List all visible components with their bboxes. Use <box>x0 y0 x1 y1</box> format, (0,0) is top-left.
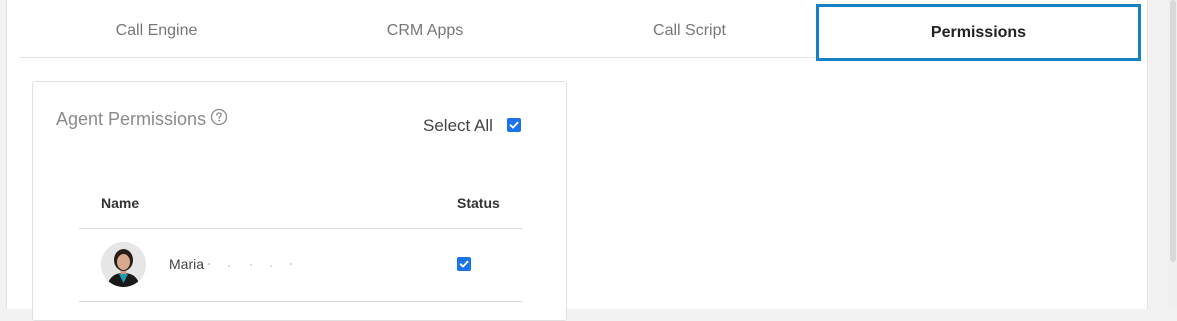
column-header-status[interactable]: Status <box>457 195 500 211</box>
scrollbar-thumb[interactable] <box>1170 0 1176 262</box>
card-title: Agent Permissions <box>56 109 207 129</box>
question-circle-icon[interactable] <box>210 108 228 126</box>
header-divider <box>79 228 522 229</box>
avatar <box>101 242 146 287</box>
checkmark-icon <box>509 121 519 129</box>
status-checkbox[interactable] <box>457 257 471 271</box>
tab-call-script[interactable]: Call Script <box>557 3 822 58</box>
row-divider <box>79 301 522 302</box>
redacted-text <box>208 263 292 267</box>
agent-permissions-card: Agent Permissions Select All Name Status… <box>32 81 567 321</box>
tab-permissions[interactable]: Permissions <box>816 4 1141 61</box>
tab-crm-apps[interactable]: CRM Apps <box>293 3 557 58</box>
checkmark-icon <box>459 260 469 268</box>
tab-call-engine[interactable]: Call Engine <box>20 3 293 58</box>
select-all-label[interactable]: Select All <box>423 116 493 136</box>
tab-bar: Call Engine CRM Apps Call Script Permiss… <box>20 3 1141 61</box>
column-header-name[interactable]: Name <box>101 195 139 211</box>
agent-name: Maria <box>169 256 205 272</box>
select-all-checkbox[interactable] <box>507 118 521 132</box>
